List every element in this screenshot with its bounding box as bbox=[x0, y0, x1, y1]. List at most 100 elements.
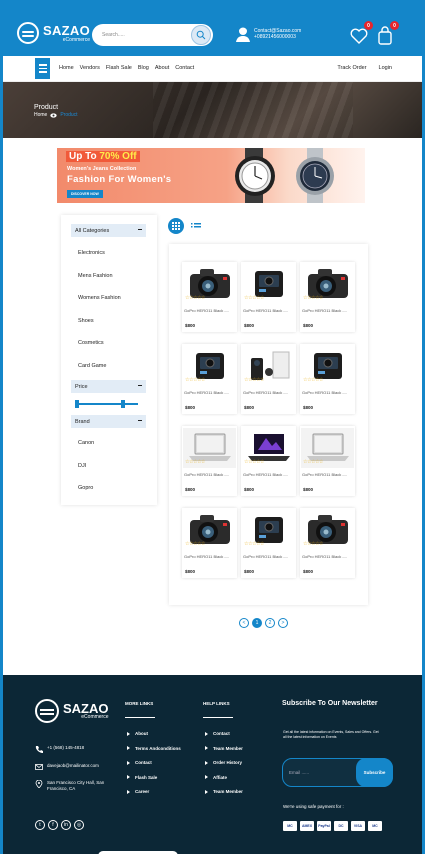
brand-item[interactable]: DJI bbox=[78, 463, 86, 469]
pagination-page-1[interactable]: 1 bbox=[252, 618, 262, 628]
footer-link[interactable]: Contact bbox=[205, 731, 230, 736]
pagination-next-button[interactable]: > bbox=[278, 618, 288, 628]
product-name[interactable]: GoPro HERO11 Black -... bbox=[184, 308, 236, 313]
product-name[interactable]: GoPro HERO11 Black -... bbox=[243, 390, 295, 395]
product-price: $800 bbox=[303, 487, 314, 492]
list-view-icon[interactable] bbox=[191, 221, 201, 231]
footer-phone-text: +1 (568) 145-4818 bbox=[47, 745, 85, 750]
footer-link[interactable]: Career bbox=[127, 789, 149, 794]
product-name[interactable]: GoPro HERO11 Black -... bbox=[302, 308, 354, 313]
subscribe-button[interactable]: Subscribe bbox=[356, 758, 393, 787]
product-grid: ☆☆☆☆☆ GoPro HERO11 Black -... $800 ☆☆☆☆☆ GoP… bbox=[169, 244, 368, 605]
footer-link[interactable]: Affiate bbox=[205, 775, 227, 780]
category-item[interactable]: Mens Fashion bbox=[78, 273, 113, 279]
product-rating-stars: ☆☆☆☆☆ bbox=[303, 541, 323, 547]
slider-track bbox=[77, 403, 138, 405]
footer-link[interactable]: Contact bbox=[127, 760, 152, 765]
product-name[interactable]: GoPro HERO11 Black -... bbox=[243, 308, 295, 313]
product-card[interactable]: ☆☆☆☆☆ GoPro HERO11 Black -... $800 bbox=[300, 262, 355, 332]
nav-link-home[interactable]: Home bbox=[59, 65, 74, 71]
top-bar: SAZAO eCommerce Search..... Contact@Saza… bbox=[3, 0, 422, 56]
nav-link-flash-sale[interactable]: Flash Sale bbox=[106, 65, 132, 71]
logo[interactable]: SAZAO eCommerce bbox=[17, 22, 90, 44]
pagination-page-2[interactable]: 2 bbox=[265, 618, 275, 628]
footer-link[interactable]: Flash Sale bbox=[127, 775, 157, 780]
login-link[interactable]: Login bbox=[379, 65, 392, 71]
product-card[interactable]: ☆☆☆☆☆ GoPro HERO11 Black -... $800 bbox=[300, 426, 355, 496]
search-button[interactable] bbox=[191, 25, 211, 45]
newsletter-email-input[interactable]: Email ...... bbox=[289, 770, 309, 775]
menu-toggle-button[interactable] bbox=[35, 58, 50, 79]
track-order-link[interactable]: Track Order bbox=[337, 65, 366, 71]
search-input[interactable]: Search..... bbox=[92, 24, 213, 46]
nav-link-about[interactable]: About bbox=[155, 65, 169, 71]
product-card[interactable]: ☆☆☆☆☆ GoPro HERO11 Black -... $800 bbox=[241, 426, 296, 496]
cart-button[interactable]: 0 bbox=[375, 21, 399, 46]
newsletter-title: Subscribe To Our Newsletter bbox=[282, 700, 378, 707]
wishlist-button[interactable]: 0 bbox=[349, 21, 373, 46]
product-card[interactable]: ☆☆☆☆☆ GoPro HERO11 Black -... $800 bbox=[182, 344, 237, 414]
grid-view-button[interactable] bbox=[168, 218, 184, 234]
product-card[interactable]: ☆☆☆☆☆ GoPro HERO11 Black -... $800 bbox=[182, 262, 237, 332]
brand-item[interactable]: Canon bbox=[78, 440, 94, 446]
product-card[interactable]: ☆☆☆☆☆ GoPro HERO11 Black -... $800 bbox=[241, 344, 296, 414]
footer-logo[interactable]: SAZAO eCommerce bbox=[35, 699, 109, 723]
product-price: $800 bbox=[185, 569, 196, 574]
nav-link-blog[interactable]: Blog bbox=[138, 65, 149, 71]
breadcrumb-home[interactable]: Home bbox=[34, 112, 47, 118]
product-name[interactable]: GoPro HERO11 Black -... bbox=[302, 472, 354, 477]
category-item[interactable]: Shoes bbox=[78, 318, 94, 324]
pagination-prev-button[interactable]: < bbox=[239, 618, 249, 628]
product-name[interactable]: GoPro HERO11 Black -... bbox=[184, 390, 236, 395]
nav-link-contact[interactable]: Contact bbox=[175, 65, 194, 71]
footer-link[interactable]: Terms Andconditions bbox=[127, 746, 181, 751]
category-item[interactable]: Card Game bbox=[78, 363, 106, 369]
promo-banner[interactable]: Up To 70% Off Women's Jeans Collection F… bbox=[57, 148, 365, 203]
product-card[interactable]: ☆☆☆☆☆ GoPro HERO11 Black -... $800 bbox=[300, 344, 355, 414]
payment-amex-icon: AMEX bbox=[300, 821, 314, 831]
slider-min-handle[interactable] bbox=[75, 400, 79, 408]
collapse-icon bbox=[138, 229, 142, 230]
brand-filter-header[interactable]: Brand bbox=[71, 415, 146, 428]
footer-link[interactable]: Order History bbox=[205, 760, 242, 765]
product-rating-stars: ☆☆☆☆☆ bbox=[303, 377, 323, 383]
product-name[interactable]: GoPro HERO11 Black -... bbox=[243, 472, 295, 477]
slider-max-handle[interactable] bbox=[120, 400, 125, 408]
product-price: $800 bbox=[303, 405, 314, 410]
footer-link-label: Contact bbox=[213, 731, 230, 736]
nav-link-vendors[interactable]: Vendors bbox=[80, 65, 100, 71]
payment-mc-icon: MC bbox=[283, 821, 297, 831]
footer-link[interactable]: Team Member bbox=[205, 746, 243, 751]
category-item[interactable]: Cosmetics bbox=[78, 340, 104, 346]
product-name[interactable]: GoPro HERO11 Black -... bbox=[243, 554, 295, 559]
footer-link[interactable]: About bbox=[127, 731, 148, 736]
product-price: $800 bbox=[303, 569, 314, 574]
discover-now-button[interactable]: DISCOVER NOW bbox=[67, 190, 103, 198]
product-card[interactable]: ☆☆☆☆☆ GoPro HERO11 Black -... $800 bbox=[241, 508, 296, 578]
product-card[interactable]: ☆☆☆☆☆ GoPro HERO11 Black -... $800 bbox=[300, 508, 355, 578]
twitter-icon[interactable]: t bbox=[35, 820, 45, 830]
brand-item[interactable]: Gopro bbox=[78, 485, 93, 491]
facebook-icon[interactable]: f bbox=[48, 820, 58, 830]
collapse-icon bbox=[138, 420, 142, 421]
more-links-title: MORE LINKS bbox=[125, 701, 154, 706]
product-card[interactable]: ☆☆☆☆☆ GoPro HERO11 Black -... $800 bbox=[182, 508, 237, 578]
cart-badge: 0 bbox=[390, 21, 399, 30]
product-name[interactable]: GoPro HERO11 Black -... bbox=[184, 472, 236, 477]
linkedin-icon[interactable]: in bbox=[61, 820, 71, 830]
footer-link-label: Team Member bbox=[213, 745, 243, 751]
price-filter-header[interactable]: Price bbox=[71, 380, 146, 393]
footer-link[interactable]: Team Member bbox=[205, 789, 243, 794]
category-item[interactable]: Womens Fashion bbox=[78, 295, 121, 301]
price-range-slider[interactable] bbox=[75, 400, 140, 408]
product-name[interactable]: GoPro HERO11 Black -... bbox=[302, 390, 354, 395]
newsletter-text: Get all the latest information on Events… bbox=[283, 730, 379, 739]
instagram-icon[interactable]: ◎ bbox=[74, 820, 84, 830]
category-item[interactable]: Electronics bbox=[78, 250, 105, 256]
product-card[interactable]: ☆☆☆☆☆ GoPro HERO11 Black -... $800 bbox=[182, 426, 237, 496]
footer-address: San Francisco City Hall, San Francisco, … bbox=[35, 780, 115, 791]
product-card[interactable]: ☆☆☆☆☆ GoPro HERO11 Black -... $800 bbox=[241, 262, 296, 332]
all-categories-header[interactable]: All Categories bbox=[71, 224, 146, 237]
product-name[interactable]: GoPro HERO11 Black -... bbox=[302, 554, 354, 559]
product-name[interactable]: GoPro HERO11 Black -... bbox=[184, 554, 236, 559]
